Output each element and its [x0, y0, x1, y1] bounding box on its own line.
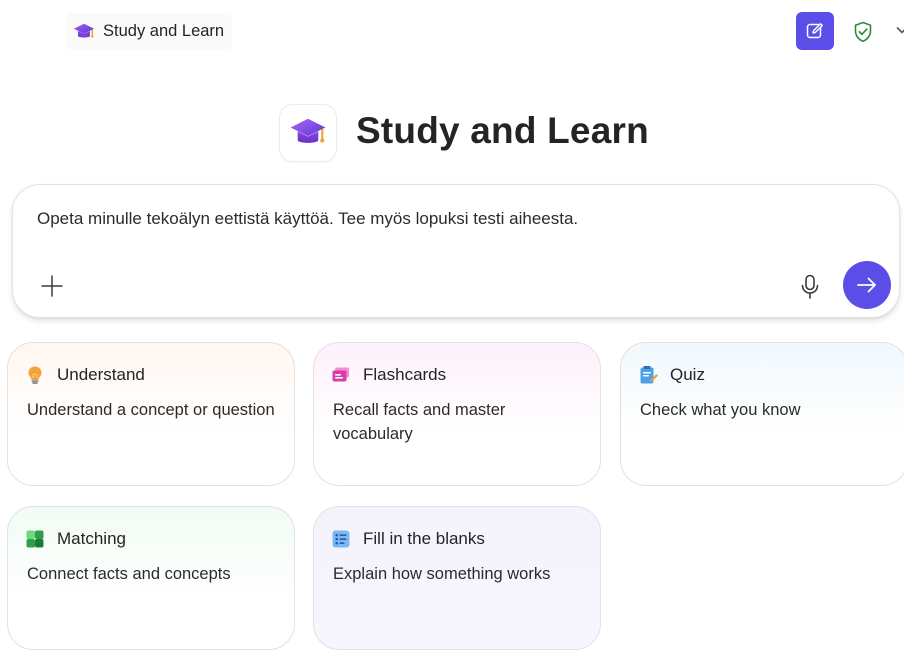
study-and-learn-page: Study and Learn Study and Learn Opeta mi…	[0, 0, 904, 654]
quiz-icon	[640, 366, 658, 384]
prompt-composer[interactable]: Opeta minulle tekoälyn eettistä käyttöä.…	[12, 184, 900, 318]
more-options-button[interactable]	[896, 24, 904, 36]
card-title: Fill in the blanks	[363, 529, 485, 548]
fill-blanks-icon	[332, 530, 350, 548]
arrow-right-icon	[857, 277, 876, 293]
card-fill-in-the-blanks[interactable]: Fill in the blanks Explain how something…	[313, 506, 601, 650]
card-understand[interactable]: Understand Understand a concept or quest…	[7, 342, 295, 486]
card-title: Flashcards	[363, 365, 447, 384]
plus-icon	[41, 275, 63, 297]
card-description: Explain how something works	[333, 565, 551, 583]
shield-check-icon	[854, 21, 872, 43]
card-quiz[interactable]: Quiz Check what you know	[620, 342, 904, 486]
flashcards-icon	[332, 367, 349, 382]
graduation-cap-icon	[290, 118, 326, 143]
card-title: Understand	[57, 365, 145, 384]
send-button[interactable]	[843, 261, 891, 309]
card-description: Check what you know	[640, 401, 801, 419]
card-description: Connect facts and concepts	[27, 565, 231, 583]
microphone-icon	[801, 274, 819, 299]
app-title-text: Study and Learn	[103, 22, 225, 40]
page-title: Study and Learn	[356, 110, 649, 151]
hero-icon-tile	[279, 104, 337, 162]
chevron-down-icon	[896, 26, 904, 34]
prompt-input[interactable]: Opeta minulle tekoälyn eettistä käyttöä.…	[37, 209, 578, 229]
card-description: Recall facts and master vocabulary	[333, 401, 506, 443]
edit-square-icon	[806, 23, 823, 39]
card-matching[interactable]: Matching Connect facts and concepts	[7, 506, 295, 650]
card-title: Quiz	[670, 365, 705, 384]
app-title-chip[interactable]: Study and Learn	[66, 13, 233, 50]
card-title: Matching	[57, 529, 126, 548]
matching-icon	[26, 530, 44, 548]
new-chat-button[interactable]	[796, 12, 834, 50]
card-flashcards[interactable]: Flashcards Recall facts and master vocab…	[313, 342, 601, 486]
privacy-shield-button[interactable]	[850, 19, 876, 45]
graduation-cap-icon	[73, 23, 95, 38]
lightbulb-icon	[28, 366, 42, 384]
add-attachment-button[interactable]	[39, 273, 65, 299]
voice-input-button[interactable]	[799, 273, 821, 301]
card-description: Understand a concept or question	[27, 401, 275, 419]
